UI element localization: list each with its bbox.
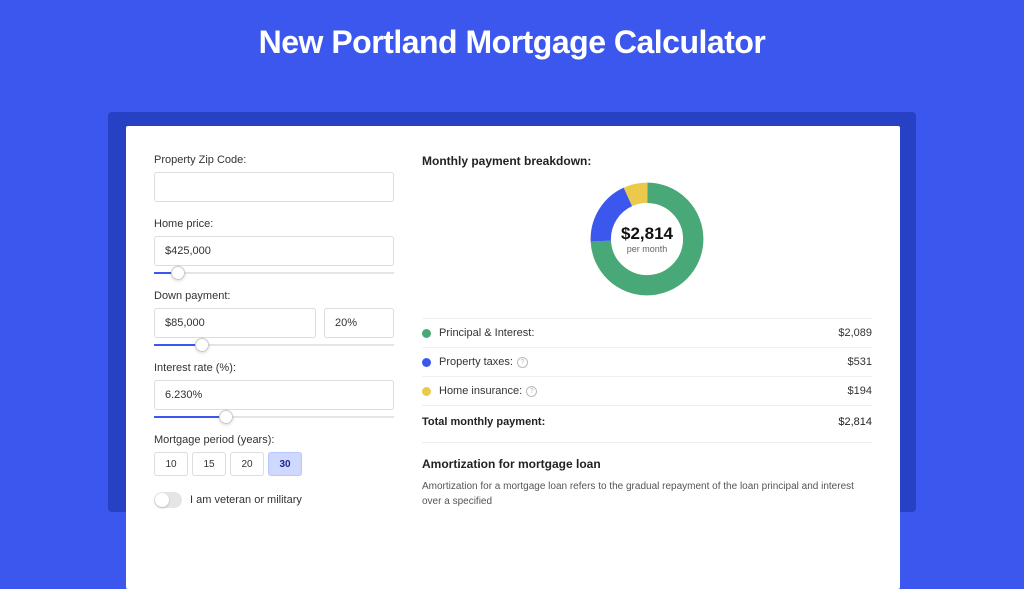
- slider-thumb[interactable]: [195, 338, 209, 352]
- interest-rate-input[interactable]: [154, 380, 394, 410]
- donut-center-sub: per month: [627, 244, 668, 254]
- veteran-toggle-row: I am veteran or military: [154, 492, 394, 508]
- breakdown-row-pi: Principal & Interest: $2,089: [422, 318, 872, 347]
- inputs-column: Property Zip Code: Home price: Down paym…: [154, 154, 394, 509]
- zip-label: Property Zip Code:: [154, 154, 394, 166]
- down-payment-slider[interactable]: [154, 344, 394, 346]
- info-icon[interactable]: ?: [517, 357, 528, 368]
- breakdown-value: $194: [848, 385, 872, 397]
- down-payment-input[interactable]: [154, 308, 316, 338]
- down-payment-label: Down payment:: [154, 290, 394, 302]
- home-price-label: Home price:: [154, 218, 394, 230]
- dot-icon: [422, 358, 431, 367]
- toggle-knob: [155, 493, 169, 507]
- veteran-toggle[interactable]: [154, 492, 182, 508]
- home-price-input[interactable]: [154, 236, 394, 266]
- info-icon[interactable]: ?: [526, 386, 537, 397]
- interest-rate-field: Interest rate (%):: [154, 362, 394, 418]
- interest-rate-label: Interest rate (%):: [154, 362, 394, 374]
- home-price-field: Home price:: [154, 218, 394, 274]
- calculator-card: Property Zip Code: Home price: Down paym…: [126, 126, 900, 589]
- zip-field: Property Zip Code:: [154, 154, 394, 202]
- dot-icon: [422, 329, 431, 338]
- period-btn-30[interactable]: 30: [268, 452, 302, 476]
- down-payment-field: Down payment:: [154, 290, 394, 346]
- page-title: New Portland Mortgage Calculator: [0, 0, 1024, 79]
- breakdown-value: $2,089: [838, 327, 872, 339]
- down-payment-pct-input[interactable]: [324, 308, 394, 338]
- slider-thumb[interactable]: [171, 266, 185, 280]
- breakdown-value: $531: [848, 356, 872, 368]
- veteran-label: I am veteran or military: [190, 494, 302, 506]
- breakdown-title: Monthly payment breakdown:: [422, 154, 872, 168]
- breakdown-column: Monthly payment breakdown: $2,814 per mo…: [422, 154, 872, 509]
- slider-thumb[interactable]: [219, 410, 233, 424]
- period-btn-20[interactable]: 20: [230, 452, 264, 476]
- breakdown-row-ins: Home insurance: ? $194: [422, 376, 872, 405]
- amortization-title: Amortization for mortgage loan: [422, 442, 872, 471]
- breakdown-label: Property taxes: ?: [439, 356, 848, 368]
- interest-rate-slider[interactable]: [154, 416, 394, 418]
- period-btn-15[interactable]: 15: [192, 452, 226, 476]
- zip-input[interactable]: [154, 172, 394, 202]
- breakdown-row-tax: Property taxes: ? $531: [422, 347, 872, 376]
- donut-chart: $2,814 per month: [422, 178, 872, 300]
- period-label: Mortgage period (years):: [154, 434, 394, 446]
- total-label: Total monthly payment:: [422, 416, 838, 428]
- breakdown-label: Home insurance: ?: [439, 385, 848, 397]
- breakdown-row-total: Total monthly payment: $2,814: [422, 405, 872, 442]
- period-field: Mortgage period (years): 10 15 20 30: [154, 434, 394, 476]
- dot-icon: [422, 387, 431, 396]
- breakdown-label: Principal & Interest:: [439, 327, 838, 339]
- home-price-slider[interactable]: [154, 272, 394, 274]
- donut-center-value: $2,814: [621, 224, 673, 244]
- total-value: $2,814: [838, 416, 872, 428]
- donut-center: $2,814 per month: [586, 178, 708, 300]
- period-btn-10[interactable]: 10: [154, 452, 188, 476]
- amortization-body: Amortization for a mortgage loan refers …: [422, 479, 872, 509]
